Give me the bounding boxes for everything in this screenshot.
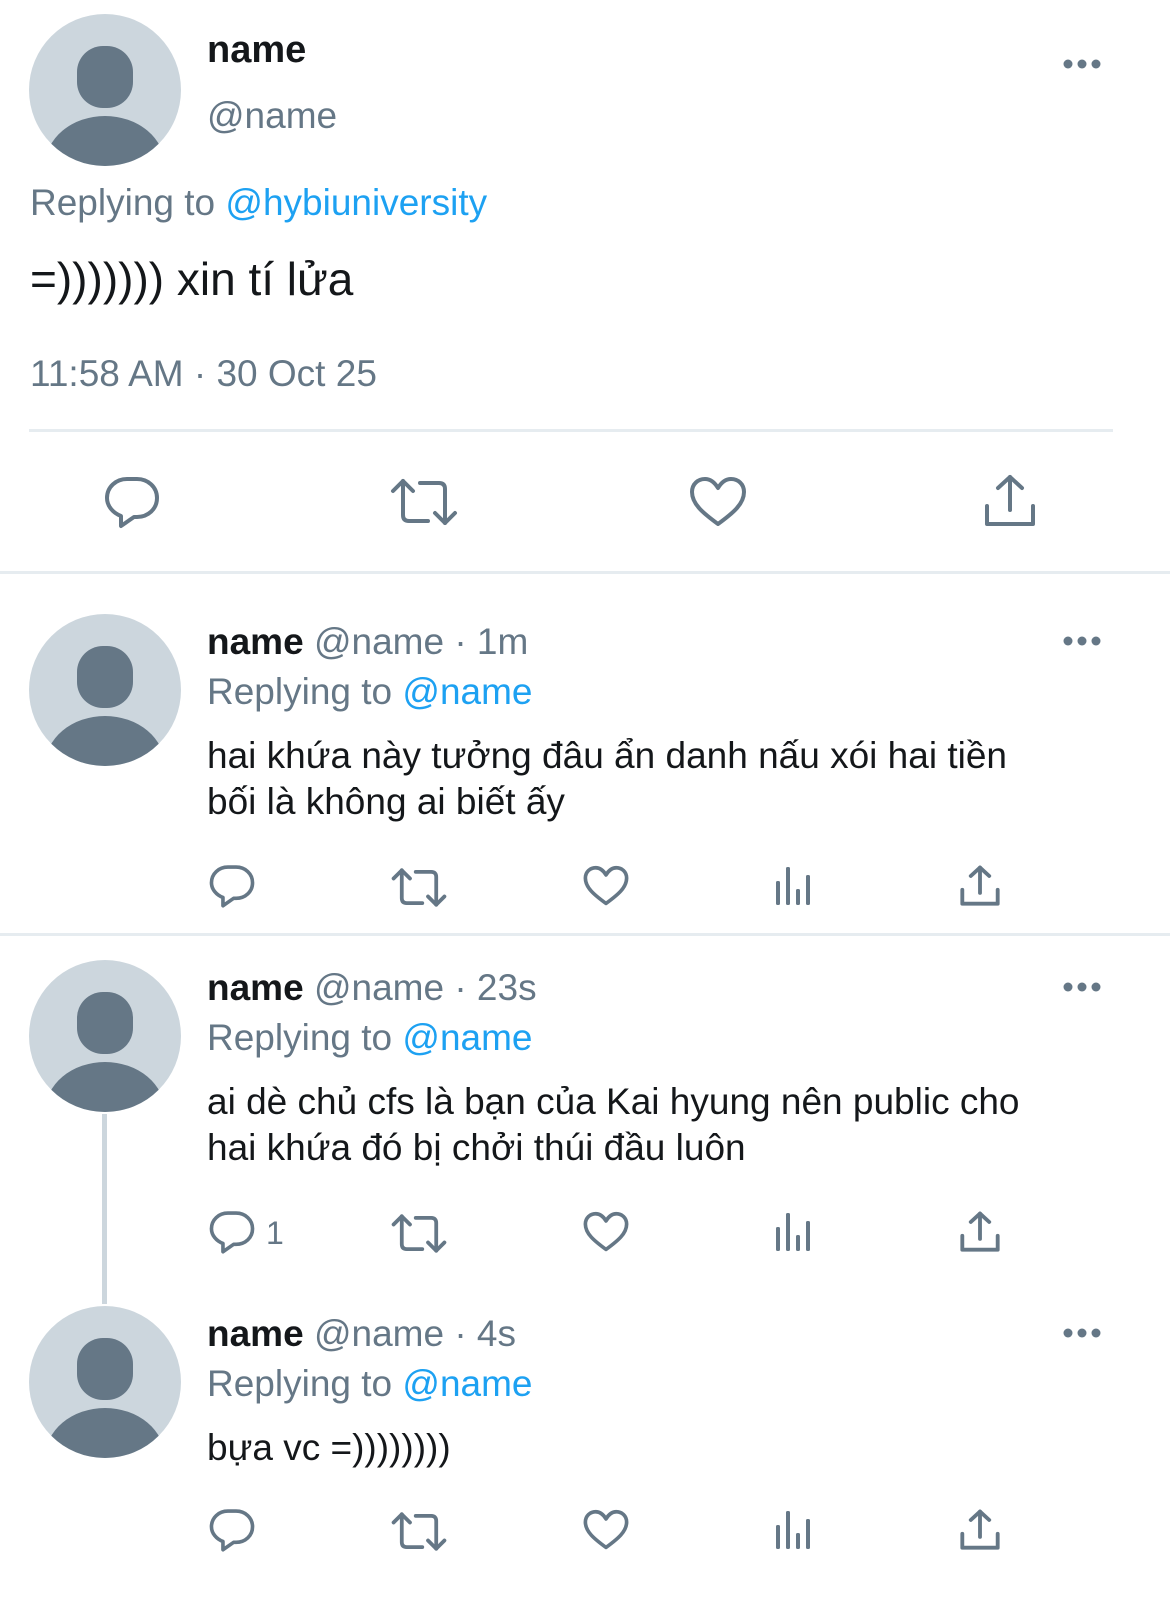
retweet-icon (391, 479, 457, 525)
replying-to: Replying to @hybiuniversity (30, 181, 487, 225)
share-button[interactable] (960, 1211, 1000, 1253)
replying-to: Replying to @name (207, 1362, 533, 1406)
replying-prefix: Replying to (207, 1363, 393, 1404)
analytics-bars-icon (776, 1511, 810, 1549)
share-button[interactable] (960, 1509, 1000, 1551)
retweet-icon (391, 868, 447, 907)
tweet-header: name @name · 4s (207, 1312, 516, 1356)
replying-to-handle[interactable]: @name (402, 1017, 532, 1058)
reply-count: 1 (266, 1215, 284, 1251)
default-avatar-icon (45, 46, 165, 166)
share-upload-icon (960, 1509, 1000, 1550)
replying-to-handle[interactable]: @hybiuniversity (225, 182, 487, 223)
avatar[interactable] (29, 614, 181, 766)
tweet-header: name @name · 23s (207, 966, 537, 1010)
tweet-text-line: bựa vc =)))))))) (207, 1427, 451, 1468)
heart-icon (583, 865, 629, 906)
speech-bubble-icon (209, 1509, 255, 1552)
author-name[interactable]: name (207, 1313, 304, 1354)
retweet-button[interactable] (391, 1511, 447, 1552)
heart-icon (583, 1509, 629, 1550)
tweet-text: =))))))) xin tí lửa (30, 253, 354, 305)
tweet-text: hai khứa này tưởng đâu ẩn danh nấu xói h… (207, 733, 1137, 825)
speech-bubble-icon (209, 1211, 255, 1254)
retweet-button[interactable] (391, 1213, 447, 1254)
tweet-text-line: ai dè chủ cfs là bạn của Kai hyung nên p… (207, 1081, 1020, 1122)
more-dots-icon[interactable] (1062, 57, 1102, 69)
section-divider (0, 933, 1170, 936)
more-dots-icon[interactable] (1062, 634, 1102, 646)
share-upload-icon (960, 865, 1000, 906)
like-button[interactable] (583, 865, 629, 907)
avatar[interactable] (29, 14, 181, 166)
section-divider (0, 571, 1170, 574)
like-button[interactable] (583, 1211, 629, 1253)
analytics-button[interactable] (774, 1509, 814, 1551)
thread-line (102, 1114, 107, 1304)
tweet-text-line: hai khứa đó bị chởi thúi đầu luôn (207, 1127, 746, 1168)
avatar[interactable] (29, 960, 181, 1112)
like-button[interactable] (689, 476, 747, 528)
replying-to: Replying to @name (207, 670, 533, 714)
share-button[interactable] (960, 865, 1000, 907)
author-meta[interactable]: @name · 23s (314, 967, 537, 1008)
more-dots-icon[interactable] (1062, 980, 1102, 992)
tweet-text-line: hai khứa này tưởng đâu ẩn danh nấu xói h… (207, 735, 1007, 776)
share-upload-icon (960, 1211, 1000, 1252)
heart-icon (583, 1211, 629, 1252)
reply-button[interactable] (104, 474, 160, 530)
retweet-icon (391, 1214, 447, 1253)
analytics-button[interactable] (774, 1211, 814, 1253)
replying-prefix: Replying to (207, 671, 393, 712)
author-name[interactable]: name (207, 967, 304, 1008)
speech-bubble-icon (105, 477, 159, 528)
author-name[interactable]: name (207, 28, 306, 72)
author-meta[interactable]: @name · 4s (314, 1313, 516, 1354)
tweet-text: bựa vc =)))))))) (207, 1425, 1137, 1471)
reply-button[interactable] (209, 1507, 255, 1553)
share-upload-icon (985, 475, 1035, 526)
default-avatar-icon (45, 646, 165, 766)
timestamp[interactable]: 11:58 AM · 30 Oct 25 (30, 352, 377, 396)
default-avatar-icon (45, 1338, 165, 1458)
default-avatar-icon (45, 992, 165, 1112)
more-dots-icon[interactable] (1062, 1326, 1102, 1338)
author-name[interactable]: name (207, 621, 304, 662)
share-button[interactable] (984, 474, 1036, 528)
author-meta[interactable]: @name · 1m (314, 621, 528, 662)
author-handle[interactable]: @name (207, 94, 337, 138)
replying-to: Replying to @name (207, 1016, 533, 1060)
main-divider (29, 429, 1113, 432)
tweet-text: ai dè chủ cfs là bạn của Kai hyung nên p… (207, 1079, 1137, 1171)
retweet-button[interactable] (391, 867, 447, 908)
retweet-icon (391, 1512, 447, 1551)
tweet-text-line: bối là không ai biết ấy (207, 781, 565, 822)
replying-prefix: Replying to (207, 1017, 393, 1058)
speech-bubble-icon (209, 865, 255, 908)
replying-prefix: Replying to (30, 182, 216, 223)
avatar[interactable] (29, 1306, 181, 1458)
analytics-bars-icon (776, 867, 810, 905)
replying-to-handle[interactable]: @name (402, 671, 532, 712)
like-button[interactable] (583, 1509, 629, 1551)
replying-to-handle[interactable]: @name (402, 1363, 532, 1404)
heart-icon (690, 477, 746, 526)
reply-button[interactable] (209, 863, 255, 909)
tweet-header: name @name · 1m (207, 620, 528, 664)
analytics-bars-icon (776, 1213, 810, 1251)
reply-button[interactable] (209, 1209, 255, 1255)
analytics-button[interactable] (774, 865, 814, 907)
retweet-button[interactable] (390, 477, 458, 527)
